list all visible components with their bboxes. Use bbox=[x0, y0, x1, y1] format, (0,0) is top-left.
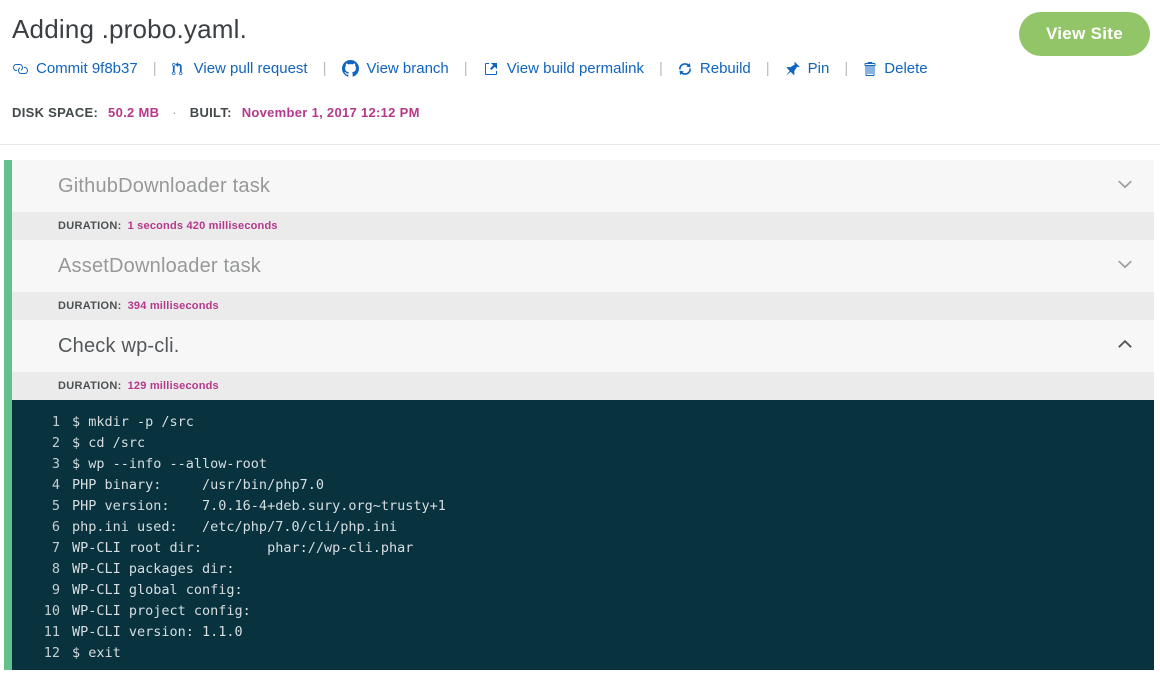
terminal-line-text: PHP version: 7.0.16-4+deb.sury.org~trust… bbox=[60, 498, 446, 514]
terminal-line-number: 9 bbox=[12, 580, 60, 601]
terminal-line-text: $ mkdir -p /src bbox=[60, 414, 194, 430]
separator: | bbox=[323, 60, 327, 77]
separator: | bbox=[844, 60, 848, 77]
terminal-line-text: $ cd /src bbox=[60, 435, 145, 451]
commit-link[interactable]: Commit 9f8b37 bbox=[12, 60, 138, 77]
disk-space-value: 50.2 MB bbox=[108, 105, 159, 120]
terminal-line-number: 3 bbox=[12, 454, 60, 475]
task-check-wp-cli: Check wp-cli. DURATION: 129 milliseconds… bbox=[12, 320, 1154, 670]
task-header-githubdownloader[interactable]: GithubDownloader task bbox=[12, 160, 1154, 212]
terminal-line-number: 8 bbox=[12, 559, 60, 580]
terminal-line: 10WP-CLI project config: bbox=[12, 601, 1138, 622]
terminal-line-number: 6 bbox=[12, 517, 60, 538]
terminal-line-number: 10 bbox=[12, 601, 60, 622]
separator: | bbox=[659, 60, 663, 77]
terminal-line: 3$ wp --info --allow-root bbox=[12, 454, 1138, 475]
disk-space-label: DISK SPACE: bbox=[12, 105, 98, 120]
view-pull-request-link[interactable]: View pull request bbox=[172, 60, 308, 77]
github-icon bbox=[342, 60, 359, 77]
separator: | bbox=[464, 60, 468, 77]
terminal-line: 4PHP binary: /usr/bin/php7.0 bbox=[12, 475, 1138, 496]
separator: | bbox=[153, 60, 157, 77]
header-divider bbox=[0, 144, 1160, 145]
terminal-line-number: 7 bbox=[12, 538, 60, 559]
view-branch-link[interactable]: View branch bbox=[342, 60, 449, 77]
duration-value: 129 milliseconds bbox=[128, 380, 219, 392]
duration-label: DURATION: bbox=[58, 380, 122, 392]
view-build-permalink-label: View build permalink bbox=[507, 60, 644, 77]
terminal-line: 6php.ini used: /etc/php/7.0/cli/php.ini bbox=[12, 517, 1138, 538]
task-duration-row: DURATION: 394 milliseconds bbox=[12, 292, 1154, 320]
terminal-line: 5PHP version: 7.0.16-4+deb.sury.org~trus… bbox=[12, 496, 1138, 517]
external-link-icon bbox=[483, 61, 499, 77]
chevron-down-icon bbox=[1116, 175, 1134, 198]
terminal-line-number: 12 bbox=[12, 643, 60, 664]
task-assetdownloader: AssetDownloader task DURATION: 394 milli… bbox=[12, 240, 1154, 320]
terminal-line-number: 4 bbox=[12, 475, 60, 496]
build-meta: DISK SPACE: 50.2 MB · BUILT: November 1,… bbox=[12, 105, 1148, 120]
pin-icon bbox=[785, 61, 800, 77]
view-branch-label: View branch bbox=[367, 60, 449, 77]
terminal-line-number: 2 bbox=[12, 433, 60, 454]
duration-label: DURATION: bbox=[58, 220, 122, 232]
delete-label: Delete bbox=[884, 60, 927, 77]
build-header: Adding .probo.yaml. View Site Commit 9f8… bbox=[0, 0, 1160, 120]
duration-value: 1 seconds 420 milliseconds bbox=[128, 220, 278, 232]
terminal-line-text: $ wp --info --allow-root bbox=[60, 456, 267, 472]
trash-icon bbox=[863, 61, 876, 77]
terminal-line-number: 11 bbox=[12, 622, 60, 643]
rebuild-icon bbox=[678, 61, 692, 77]
terminal-line: 12$ exit bbox=[12, 643, 1138, 664]
meta-separator: · bbox=[172, 105, 177, 120]
page-title: Adding .probo.yaml. bbox=[12, 14, 1148, 45]
terminal-line: 11WP-CLI version: 1.1.0 bbox=[12, 622, 1138, 643]
task-list: GithubDownloader task DURATION: 1 second… bbox=[4, 160, 1154, 670]
terminal-line-text: PHP binary: /usr/bin/php7.0 bbox=[60, 477, 324, 493]
rebuild-label: Rebuild bbox=[700, 60, 751, 77]
terminal-line-text: WP-CLI version: 1.1.0 bbox=[60, 624, 243, 640]
chevron-up-icon bbox=[1116, 335, 1134, 358]
pin-link[interactable]: Pin bbox=[785, 60, 830, 77]
duration-value: 394 milliseconds bbox=[128, 300, 219, 312]
task-duration-row: DURATION: 1 seconds 420 milliseconds bbox=[12, 212, 1154, 240]
terminal-line: 1$ mkdir -p /src bbox=[12, 412, 1138, 433]
pin-label: Pin bbox=[808, 60, 830, 77]
terminal-line: 9WP-CLI global config: bbox=[12, 580, 1138, 601]
task-header-assetdownloader[interactable]: AssetDownloader task bbox=[12, 240, 1154, 292]
view-build-permalink-link[interactable]: View build permalink bbox=[483, 60, 644, 77]
task-header-check-wp-cli[interactable]: Check wp-cli. bbox=[12, 320, 1154, 372]
separator: | bbox=[766, 60, 770, 77]
delete-link[interactable]: Delete bbox=[863, 60, 927, 77]
task-title: Check wp-cli. bbox=[58, 335, 1116, 358]
built-label: BUILT: bbox=[190, 105, 232, 120]
chevron-down-icon bbox=[1116, 255, 1134, 278]
build-actions: Commit 9f8b37 | View pull request | View… bbox=[12, 60, 1148, 77]
view-pull-request-label: View pull request bbox=[194, 60, 308, 77]
link-icon bbox=[12, 61, 28, 77]
terminal-line-number: 1 bbox=[12, 412, 60, 433]
terminal-line-text: WP-CLI project config: bbox=[60, 603, 251, 619]
built-value: November 1, 2017 12:12 PM bbox=[242, 105, 420, 120]
terminal-line-text: WP-CLI root dir: phar://wp-cli.phar bbox=[60, 540, 413, 556]
terminal-line-number: 5 bbox=[12, 496, 60, 517]
task-duration-row: DURATION: 129 milliseconds bbox=[12, 372, 1154, 400]
task-title: GithubDownloader task bbox=[58, 175, 1116, 198]
terminal-line-text: WP-CLI global config: bbox=[60, 582, 243, 598]
terminal-line-text: WP-CLI packages dir: bbox=[60, 561, 235, 577]
pull-request-icon bbox=[172, 61, 186, 77]
terminal-line: 2$ cd /src bbox=[12, 433, 1138, 454]
terminal-line: 8WP-CLI packages dir: bbox=[12, 559, 1138, 580]
terminal-output: 1$ mkdir -p /src2$ cd /src3$ wp --info -… bbox=[12, 400, 1154, 670]
task-title: AssetDownloader task bbox=[58, 255, 1116, 278]
view-site-button[interactable]: View Site bbox=[1019, 12, 1150, 56]
rebuild-link[interactable]: Rebuild bbox=[678, 60, 751, 77]
terminal-line-text: php.ini used: /etc/php/7.0/cli/php.ini bbox=[60, 519, 397, 535]
commit-link-label: Commit 9f8b37 bbox=[36, 60, 138, 77]
terminal-line-text: $ exit bbox=[60, 645, 121, 661]
task-githubdownloader: GithubDownloader task DURATION: 1 second… bbox=[12, 160, 1154, 240]
duration-label: DURATION: bbox=[58, 300, 122, 312]
terminal-line: 7WP-CLI root dir: phar://wp-cli.phar bbox=[12, 538, 1138, 559]
